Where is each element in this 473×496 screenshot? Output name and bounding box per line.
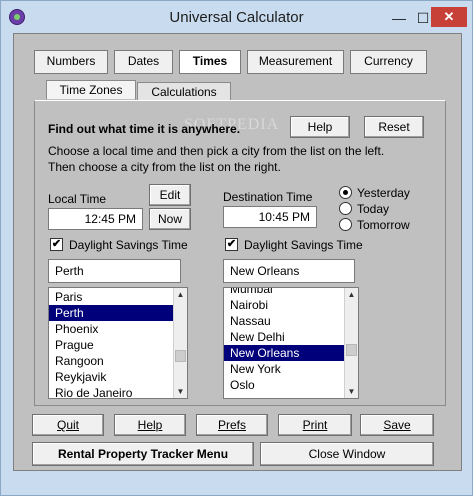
- destination-dst-label: Daylight Savings Time: [244, 238, 363, 252]
- instructions-line-1: Choose a local time and then pick a city…: [48, 144, 385, 158]
- instructions-line-2: Then choose a city from the list on the …: [48, 160, 281, 174]
- help-bottom-button[interactable]: Help: [114, 414, 186, 436]
- local-city-list[interactable]: Paris Perth Phoenix Prague Rangoon Reykj…: [48, 287, 188, 399]
- today-label: Today: [357, 202, 390, 216]
- yesterday-radio[interactable]: [339, 186, 352, 199]
- destination-dst-checkbox[interactable]: ✔: [225, 238, 238, 251]
- list-item[interactable]: Reykjavik: [49, 369, 187, 385]
- tab-numbers[interactable]: Numbers: [34, 50, 108, 74]
- minimize-button[interactable]: —: [387, 9, 411, 27]
- help-button[interactable]: Help: [290, 116, 350, 138]
- reset-button[interactable]: Reset: [364, 116, 424, 138]
- scroll-thumb[interactable]: [175, 350, 186, 362]
- scroll-up-icon[interactable]: ▲: [345, 288, 358, 301]
- tab-measurement[interactable]: Measurement: [247, 50, 344, 74]
- close-button[interactable]: ✕: [431, 7, 467, 27]
- list-item[interactable]: Rangoon: [49, 353, 187, 369]
- client-area: Numbers Dates Times Measurement Currency…: [13, 33, 462, 471]
- print-label: Print: [302, 418, 328, 432]
- destination-city-list[interactable]: Mumbai Nairobi Nassau New Delhi New Orle…: [223, 287, 359, 399]
- list-item-selected[interactable]: New Orleans: [224, 345, 358, 361]
- list-item[interactable]: Nairobi: [224, 297, 358, 313]
- scroll-down-icon[interactable]: ▼: [174, 385, 187, 398]
- list-item[interactable]: Phoenix: [49, 321, 187, 337]
- now-button[interactable]: Now: [149, 208, 191, 230]
- local-list-scrollbar[interactable]: ▲ ▼: [173, 288, 187, 398]
- today-radio[interactable]: [339, 202, 352, 215]
- prefs-label: Prefs: [217, 418, 246, 432]
- local-dst-checkbox[interactable]: ✔: [50, 238, 63, 251]
- tomorrow-radio[interactable]: [339, 218, 352, 231]
- local-city-field[interactable]: Perth: [48, 259, 181, 283]
- tomorrow-label: Tomorrow: [357, 218, 410, 232]
- intro-heading: Find out what time it is anywhere.: [48, 122, 241, 136]
- help-bottom-label: Help: [137, 418, 163, 432]
- close-window-button[interactable]: Close Window: [260, 442, 434, 466]
- edit-button[interactable]: Edit: [149, 184, 191, 206]
- list-item[interactable]: New York: [224, 361, 358, 377]
- destination-time-field[interactable]: 10:45 PM: [223, 206, 317, 228]
- list-item[interactable]: Nassau: [224, 313, 358, 329]
- local-time-field[interactable]: 12:45 PM: [48, 208, 143, 230]
- print-button[interactable]: Print: [278, 414, 352, 436]
- destination-time-label: Destination Time: [223, 190, 313, 204]
- list-item[interactable]: Prague: [49, 337, 187, 353]
- list-item[interactable]: Paris: [49, 289, 187, 305]
- list-item-selected[interactable]: Perth: [49, 305, 187, 321]
- tab-times[interactable]: Times: [179, 50, 241, 74]
- scroll-up-icon[interactable]: ▲: [174, 288, 187, 301]
- tab-currency[interactable]: Currency: [350, 50, 427, 74]
- list-item[interactable]: Oslo: [224, 377, 358, 393]
- save-label: Save: [383, 418, 411, 432]
- title-bar[interactable]: Universal Calculator — ☐ ✕: [1, 1, 472, 33]
- scroll-thumb[interactable]: [346, 344, 357, 356]
- local-time-label: Local Time: [48, 192, 107, 206]
- quit-button[interactable]: Quit: [32, 414, 104, 436]
- quit-label: Quit: [56, 418, 79, 432]
- list-item[interactable]: New Delhi: [224, 329, 358, 345]
- save-button[interactable]: Save: [360, 414, 434, 436]
- scroll-down-icon[interactable]: ▼: [345, 385, 358, 398]
- list-item[interactable]: Rio de Janeiro: [49, 385, 187, 398]
- yesterday-label: Yesterday: [357, 186, 410, 200]
- local-dst-label: Daylight Savings Time: [69, 238, 188, 252]
- destination-city-field[interactable]: New Orleans: [223, 259, 355, 283]
- subtab-time-zones[interactable]: Time Zones: [46, 80, 136, 100]
- rental-property-menu-button[interactable]: Rental Property Tracker Menu: [32, 442, 254, 466]
- list-item[interactable]: Mumbai: [224, 288, 358, 297]
- app-window: Universal Calculator — ☐ ✕ Numbers Dates…: [0, 0, 473, 496]
- subtab-calculations[interactable]: Calculations: [137, 82, 231, 101]
- prefs-button[interactable]: Prefs: [196, 414, 268, 436]
- tab-dates[interactable]: Dates: [114, 50, 173, 74]
- destination-list-scrollbar[interactable]: ▲ ▼: [344, 288, 358, 398]
